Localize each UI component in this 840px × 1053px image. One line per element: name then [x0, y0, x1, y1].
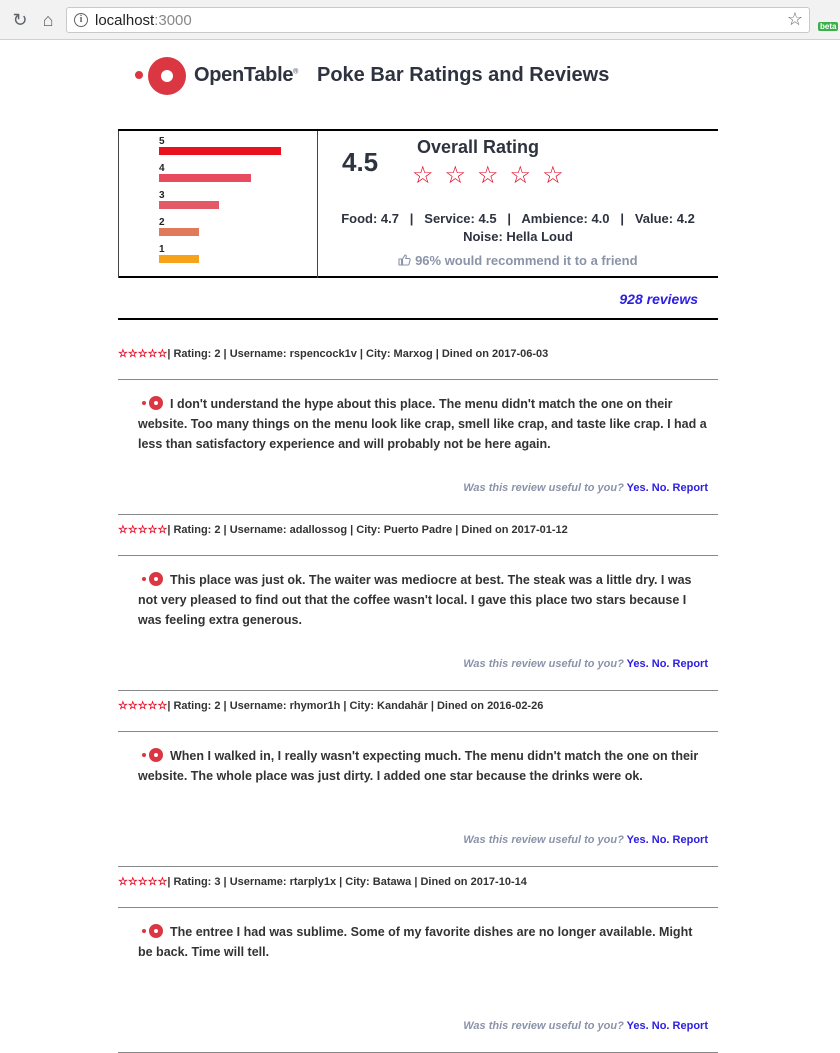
- distribution-label: 2: [159, 217, 165, 228]
- divider: [118, 866, 718, 867]
- no-link[interactable]: No.: [652, 1020, 670, 1032]
- thumbs-up-icon: [398, 253, 415, 268]
- divider: [118, 555, 718, 556]
- distribution-bar: [159, 174, 251, 182]
- distribution-bar: [159, 228, 199, 236]
- useful-question: Was this review useful to you?: [463, 658, 624, 670]
- review-count-bar: 928 reviews: [118, 278, 718, 320]
- noise-line: Noise: Hella Loud: [463, 229, 573, 244]
- opentable-mini-logo-icon: [138, 748, 166, 762]
- review-body: This place was just ok. The waiter was m…: [138, 570, 708, 630]
- subratings-line: Food: 4.7 | Service: 4.5 | Ambience: 4.0…: [341, 211, 695, 226]
- review-meta-text: | Rating: 2 | Username: rspencock1v | Ci…: [167, 348, 549, 360]
- browser-toolbar: ↻ ⌂ i localhost:3000 ☆ beta: [0, 0, 840, 40]
- rating-distribution: 5 4 3 2 1: [118, 131, 318, 278]
- distribution-bar: [159, 255, 199, 263]
- distribution-bar: [159, 147, 281, 155]
- review-stars-icon: ☆☆☆☆☆: [118, 348, 168, 360]
- review-stars-icon: ☆☆☆☆☆: [118, 876, 168, 888]
- divider: [118, 379, 718, 380]
- review-stars-icon: ☆☆☆☆☆: [118, 524, 168, 536]
- review-text: This place was just ok. The waiter was m…: [138, 573, 692, 627]
- report-link[interactable]: Report: [673, 658, 708, 670]
- report-link[interactable]: Report: [673, 482, 708, 494]
- overall-rating-title: Overall Rating: [417, 137, 540, 157]
- overall-score: 4.5: [342, 147, 379, 177]
- divider: [118, 731, 718, 732]
- reload-icon[interactable]: ↻: [8, 8, 32, 32]
- distribution-label: 4: [159, 163, 165, 174]
- bookmark-star-icon[interactable]: ☆: [787, 9, 803, 30]
- no-link[interactable]: No.: [652, 658, 670, 670]
- logo-dot-icon: [135, 71, 143, 79]
- distribution-label: 1: [159, 244, 165, 255]
- useful-question: Was this review useful to you?: [463, 1020, 624, 1032]
- logo-text: OpenTable®: [194, 64, 299, 86]
- review-body: When I walked in, I really wasn't expect…: [138, 746, 708, 786]
- review-text: The entree I had was sublime. Some of my…: [138, 925, 693, 959]
- page-title: Poke Bar Ratings and Reviews: [317, 64, 610, 86]
- review-feedback: Was this review useful to you? Yes. No. …: [463, 834, 708, 846]
- overall-stars-icon: ☆☆☆☆☆: [412, 162, 575, 189]
- distribution-bar: [159, 201, 219, 209]
- opentable-logo[interactable]: OpenTable®: [135, 56, 325, 96]
- logo-circle-icon: [148, 57, 186, 95]
- review-text: When I walked in, I really wasn't expect…: [138, 749, 699, 783]
- distribution-label: 5: [159, 136, 165, 147]
- review-meta-text: | Rating: 2 | Username: adallossog | Cit…: [167, 524, 568, 536]
- review-meta-text: | Rating: 2 | Username: rhymor1h | City:…: [167, 700, 544, 712]
- review-feedback: Was this review useful to you? Yes. No. …: [463, 482, 708, 494]
- page-header: OpenTable® Poke Bar Ratings and Reviews: [135, 56, 735, 96]
- review-text: I don't understand the hype about this p…: [138, 397, 707, 451]
- review-stars-icon: ☆☆☆☆☆: [118, 700, 168, 712]
- report-link[interactable]: Report: [673, 834, 708, 846]
- rating-summary: 5 4 3 2 1 4.5 Overall Rating ☆☆☆☆☆ Food: 4.7…: [118, 129, 718, 278]
- review-meta: ☆☆☆☆☆| Rating: 3 | Username: rtarply1x |…: [118, 875, 527, 888]
- opentable-mini-logo-icon: [138, 396, 166, 410]
- distribution-label: 3: [159, 190, 165, 201]
- report-link[interactable]: Report: [673, 1020, 708, 1032]
- yes-link[interactable]: Yes.: [627, 834, 649, 846]
- useful-question: Was this review useful to you?: [463, 834, 624, 846]
- extension-badge: beta: [818, 22, 839, 31]
- review-count[interactable]: 928 reviews: [619, 291, 698, 307]
- no-link[interactable]: No.: [652, 834, 670, 846]
- opentable-mini-logo-icon: [138, 924, 166, 938]
- review-meta: ☆☆☆☆☆| Rating: 2 | Username: rhymor1h | …: [118, 699, 543, 712]
- info-icon[interactable]: i: [74, 13, 88, 27]
- url-text[interactable]: localhost:3000: [95, 12, 192, 29]
- divider: [118, 690, 718, 691]
- home-icon[interactable]: ⌂: [36, 8, 60, 32]
- address-bar[interactable]: i localhost:3000 ☆: [66, 7, 810, 33]
- extension-icon[interactable]: beta: [818, 14, 840, 32]
- review-body: I don't understand the hype about this p…: [138, 394, 708, 454]
- no-link[interactable]: No.: [652, 482, 670, 494]
- useful-question: Was this review useful to you?: [463, 482, 624, 494]
- yes-link[interactable]: Yes.: [627, 658, 649, 670]
- divider: [118, 514, 718, 515]
- review-feedback: Was this review useful to you? Yes. No. …: [463, 658, 708, 670]
- recommend-line: 96% would recommend it to a friend: [318, 253, 718, 268]
- recommend-text: 96% would recommend it to a friend: [415, 253, 638, 268]
- review-meta: ☆☆☆☆☆| Rating: 2 | Username: adallossog …: [118, 523, 568, 536]
- yes-link[interactable]: Yes.: [627, 1020, 649, 1032]
- subratings: Food: 4.7 | Service: 4.5 | Ambience: 4.0…: [318, 210, 718, 246]
- review-meta-text: | Rating: 3 | Username: rtarply1x | City…: [167, 876, 527, 888]
- yes-link[interactable]: Yes.: [627, 482, 649, 494]
- opentable-mini-logo-icon: [138, 572, 166, 586]
- review-body: The entree I had was sublime. Some of my…: [138, 922, 708, 962]
- review-feedback: Was this review useful to you? Yes. No. …: [463, 1020, 708, 1032]
- review-meta: ☆☆☆☆☆| Rating: 2 | Username: rspencock1v…: [118, 347, 548, 360]
- divider: [118, 907, 718, 908]
